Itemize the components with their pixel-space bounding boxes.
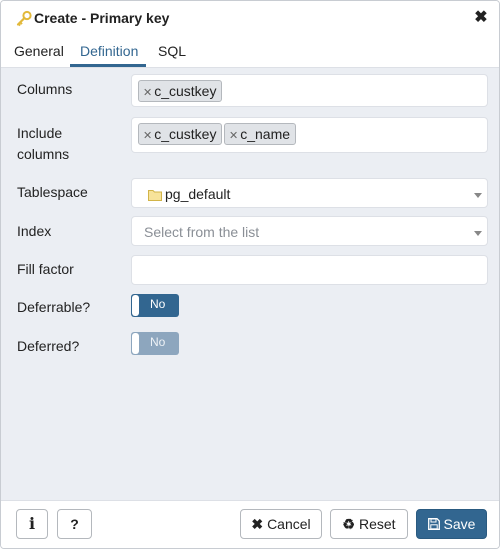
include-columns-field[interactable]: ✕ c_custkey ✕ c_name bbox=[131, 117, 488, 153]
fill-factor-input[interactable] bbox=[131, 255, 488, 285]
tablespace-select[interactable]: pg_default bbox=[131, 178, 488, 208]
cancel-button[interactable]: ✖ Cancel bbox=[240, 509, 322, 539]
include-columns-label-line1: Include bbox=[17, 125, 63, 141]
tab-sql[interactable]: SQL bbox=[158, 43, 186, 59]
remove-chip-icon[interactable]: ✕ bbox=[143, 130, 152, 142]
dialog-title: Create - Primary key bbox=[34, 10, 170, 26]
close-icon[interactable]: ✖ bbox=[473, 9, 489, 27]
deferred-toggle[interactable]: No bbox=[131, 332, 179, 355]
tablespace-label: Tablespace bbox=[17, 184, 88, 200]
save-icon bbox=[427, 510, 440, 538]
tab-bar: General Definition SQL bbox=[1, 37, 499, 68]
index-select[interactable]: Select from the list bbox=[131, 216, 488, 246]
chevron-down-icon bbox=[474, 193, 482, 198]
include-columns-label-line2: columns bbox=[17, 146, 70, 162]
index-placeholder: Select from the list bbox=[144, 224, 260, 240]
create-primary-key-dialog: Create - Primary key ✖ General Definitio… bbox=[0, 0, 500, 549]
toggle-handle bbox=[132, 333, 139, 354]
dialog-footer: i ? ✖ Cancel ♻ Reset Save bbox=[1, 500, 499, 548]
columns-field[interactable]: ✕ c_custkey bbox=[131, 74, 488, 107]
tablespace-value: pg_default bbox=[165, 186, 231, 202]
save-button[interactable]: Save bbox=[416, 509, 487, 539]
remove-chip-icon[interactable]: ✕ bbox=[143, 87, 152, 99]
deferrable-toggle[interactable]: No bbox=[131, 294, 179, 317]
toggle-handle bbox=[132, 295, 139, 316]
info-icon: i bbox=[28, 514, 36, 533]
include-column-chip: ✕ c_custkey bbox=[138, 123, 223, 145]
remove-chip-icon[interactable]: ✕ bbox=[229, 130, 238, 142]
tab-definition[interactable]: Definition bbox=[80, 43, 138, 59]
deferrable-label: Deferrable? bbox=[17, 299, 91, 315]
key-icon bbox=[15, 10, 33, 28]
columns-label: Columns bbox=[17, 81, 73, 97]
tab-general[interactable]: General bbox=[14, 43, 64, 59]
index-label: Index bbox=[17, 223, 52, 239]
close-icon: ✖ bbox=[251, 516, 264, 532]
folder-icon bbox=[148, 188, 162, 204]
chevron-down-icon bbox=[474, 231, 482, 236]
help-icon: ? bbox=[70, 516, 79, 532]
deferred-label: Deferred? bbox=[17, 338, 80, 354]
dialog-titlebar: Create - Primary key ✖ bbox=[1, 1, 499, 37]
column-chip: ✕ c_custkey bbox=[138, 80, 223, 102]
reset-button[interactable]: ♻ Reset bbox=[330, 509, 408, 539]
fill-factor-label: Fill factor bbox=[17, 261, 74, 277]
recycle-icon: ♻ bbox=[342, 516, 355, 532]
active-tab-indicator bbox=[70, 64, 146, 67]
include-column-chip: ✕ c_name bbox=[224, 123, 297, 145]
help-button[interactable]: ? bbox=[57, 509, 92, 539]
info-button[interactable]: i bbox=[16, 509, 48, 539]
definition-panel: Columns ✕ c_custkey Include columns ✕ c_cu… bbox=[1, 68, 499, 500]
